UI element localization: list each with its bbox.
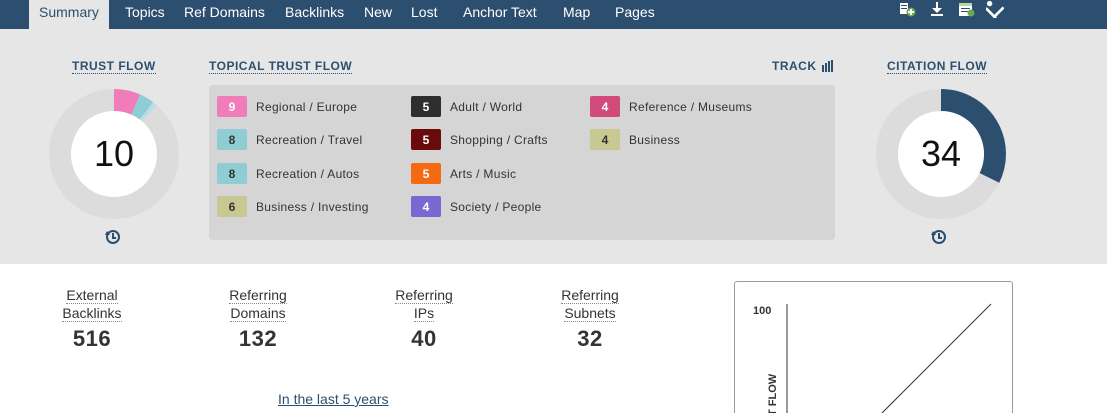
topical-trust-flow-title[interactable]: TOPICAL TRUST FLOW [209, 59, 353, 74]
stat-label-line2: Domains [230, 305, 286, 322]
topic-item[interactable]: 4 Business [590, 129, 680, 150]
stat-value: 132 [238, 326, 278, 351]
period-link[interactable]: In the last 5 years [278, 391, 389, 407]
topic-label: Business / Investing [256, 199, 369, 214]
track-label: TRACK [772, 59, 817, 73]
topic-item[interactable]: 6 Business / Investing [217, 196, 369, 217]
topic-score-badge: 8 [217, 129, 247, 150]
download-icon[interactable] [928, 0, 946, 18]
add-report-icon[interactable] [898, 0, 916, 18]
topic-label: Reference / Museums [629, 99, 753, 114]
topic-score-badge: 5 [411, 96, 441, 117]
track-button[interactable]: TRACK [772, 59, 833, 73]
chart-diagonal-line [881, 303, 992, 413]
flow-metrics-chart-svg: 100 T FLOW [753, 303, 992, 413]
topic-score-badge: 6 [217, 196, 247, 217]
stat-referring-ips: Referring IPs 40 [364, 286, 484, 352]
export-icon-glyph [958, 2, 974, 16]
stat-value: 40 [411, 326, 437, 351]
tab-lost[interactable]: Lost [411, 0, 437, 29]
topic-item[interactable]: 5 Shopping / Crafts [411, 129, 548, 150]
summary-panel: TRUST FLOW 10 TOPICAL TRUST FLOW TRACK 9… [0, 29, 1107, 264]
topic-label: Business [629, 132, 681, 147]
tab-summary[interactable]: Summary [29, 0, 109, 29]
topic-item[interactable]: 8 Recreation / Travel [217, 129, 362, 150]
tools-icon[interactable] [986, 0, 1004, 18]
history-icon [931, 230, 946, 244]
topic-item[interactable]: 4 Society / People [411, 196, 542, 217]
citation-flow-history-icon[interactable] [931, 229, 947, 245]
topic-label: Shopping / Crafts [450, 132, 548, 147]
stat-value: 516 [72, 326, 112, 351]
trust-flow-gauge: 10 [49, 89, 179, 219]
topic-label: Society / People [450, 199, 542, 214]
topic-score-badge: 5 [411, 163, 441, 184]
add-report-icon-glyph [899, 2, 915, 16]
topic-score-badge: 4 [411, 196, 441, 217]
tab-pages[interactable]: Pages [615, 0, 655, 29]
stat-label-line2: IPs [413, 305, 435, 322]
history-icon [105, 230, 120, 244]
tab-topics[interactable]: Topics [125, 0, 165, 29]
chart-axis-label: T FLOW [767, 373, 779, 413]
trust-flow-history-icon[interactable] [105, 229, 121, 245]
stat-label-line2: Backlinks [62, 305, 122, 322]
citation-flow-value: 34 [920, 133, 962, 174]
trust-flow-title[interactable]: TRUST FLOW [72, 59, 156, 74]
topic-item[interactable]: 4 Reference / Museums [590, 96, 752, 117]
topic-score-badge: 8 [217, 163, 247, 184]
stat-label-line1: External [66, 287, 118, 304]
topic-item[interactable]: 9 Regional / Europe [217, 96, 357, 117]
stat-external-backlinks: External Backlinks 516 [32, 286, 152, 352]
chart-y-max-label: 100 [753, 305, 771, 317]
trust-flow-value: 10 [93, 133, 135, 174]
topic-score-badge: 5 [411, 129, 441, 150]
topic-score-badge: 9 [217, 96, 247, 117]
topic-item[interactable]: 5 Arts / Music [411, 163, 516, 184]
stat-label-line1: Referring [561, 287, 619, 304]
flow-metrics-chart: 100 T FLOW [734, 281, 1013, 413]
stat-referring-subnets: Referring Subnets 32 [530, 286, 650, 352]
topic-item[interactable]: 5 Adult / World [411, 96, 522, 117]
stat-label-line1: Referring [229, 287, 287, 304]
bar-chart-icon [821, 60, 833, 72]
citation-flow-gauge: 34 [876, 89, 1006, 219]
topic-label: Recreation / Travel [256, 132, 363, 147]
tab-backlinks[interactable]: Backlinks [285, 0, 344, 29]
stat-referring-domains: Referring Domains 132 [198, 286, 318, 352]
topic-label: Adult / World [450, 99, 523, 114]
topic-label: Recreation / Autos [256, 166, 360, 181]
topical-trust-flow-list: 9 Regional / Europe 8 Recreation / Trave… [209, 85, 835, 240]
citation-flow-title[interactable]: CITATION FLOW [887, 59, 988, 74]
stat-value: 32 [577, 326, 603, 351]
topic-item[interactable]: 8 Recreation / Autos [217, 163, 359, 184]
tab-anchor-text[interactable]: Anchor Text [463, 0, 537, 29]
stat-label-line1: Referring [395, 287, 453, 304]
top-nav: Summary Topics Ref Domains Backlinks New… [0, 0, 1107, 29]
topic-score-badge: 4 [590, 96, 620, 117]
tab-ref-domains[interactable]: Ref Domains [184, 0, 265, 29]
topic-label: Regional / Europe [256, 99, 358, 114]
tab-new[interactable]: New [364, 0, 392, 29]
tools-icon-glyph [986, 0, 1004, 18]
export-icon[interactable] [957, 0, 975, 18]
tab-map[interactable]: Map [563, 0, 590, 29]
topic-score-badge: 4 [590, 129, 620, 150]
download-icon-glyph [931, 2, 943, 16]
stat-label-line2: Subnets [564, 305, 616, 322]
topic-label: Arts / Music [450, 166, 517, 181]
